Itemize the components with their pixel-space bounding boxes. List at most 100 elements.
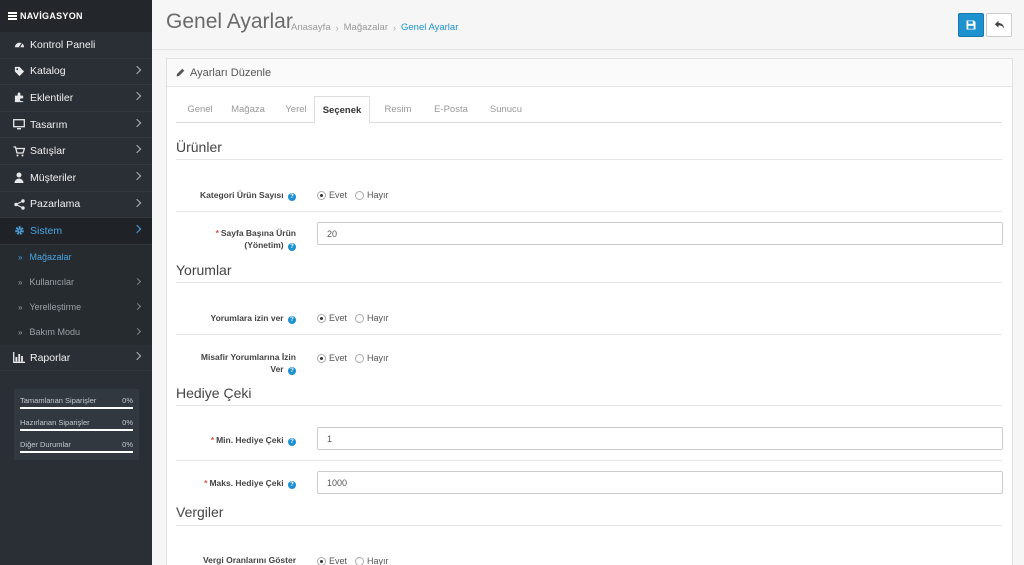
radio-button[interactable] [317,313,326,323]
tab-mail[interactable]: E-Posta [426,96,476,123]
breadcrumb-separator-icon: › [392,22,396,33]
help-icon[interactable]: ? [288,367,296,375]
field-label-review-allow: Yorumlara izin ver ? [211,312,296,324]
double-chevron-icon: » [18,277,23,287]
stat-other: Diğer Durumlar 0% [20,438,133,460]
tab-general[interactable]: Genel [180,96,220,123]
stat-progress-bar [20,407,133,409]
breadcrumb-separator-icon: › [335,22,339,33]
sidebar-subitem-maintenance[interactable]: » Bakım Modu [0,319,152,345]
section-divider [176,405,1002,406]
field-label-text: (Yönetim) [244,240,284,250]
sidebar-item-marketing[interactable]: Pazarlama [0,192,152,219]
reply-icon [994,20,1004,29]
radio-label: Hayır [367,556,389,565]
double-chevron-icon: » [18,252,23,262]
sidebar-item-system[interactable]: Sistem [0,218,152,245]
field-label-text: Min. Hediye Çeki [216,435,284,445]
tab-option[interactable]: Seçenek [314,96,370,124]
breadcrumb-stores[interactable]: Mağazalar [344,22,388,33]
field-label-text: Misafir Yorumlarına İzin [200,352,296,362]
radio-group-guest-review: Evet Hayır [317,353,397,363]
help-icon[interactable]: ? [288,438,296,446]
help-icon[interactable]: ? [288,193,296,201]
radio-option-yes[interactable]: Evet [317,313,347,323]
sidebar-subitem-label: Mağazalar [29,252,72,263]
radio-option-no[interactable]: Hayır [355,190,389,200]
voucher-max-input[interactable] [317,471,1003,494]
sidebar-subitem-localisation[interactable]: » Yerelleştirme [0,294,152,320]
save-button[interactable] [958,13,984,37]
radio-option-yes[interactable]: Evet [317,353,347,363]
radio-group-product-count: Evet Hayır [317,190,397,200]
field-label-text: Maks. Hediye Çeki [209,478,284,488]
help-icon[interactable]: ? [288,316,296,324]
bar-chart-icon [12,352,26,363]
hamburger-icon [8,11,17,22]
radio-button[interactable] [355,313,365,323]
voucher-min-input[interactable] [317,427,1003,450]
section-divider [176,525,1002,526]
tab-store[interactable]: Mağaza [226,96,270,123]
tab-server[interactable]: Sunucu [482,96,530,123]
radio-group-review-allow: Evet Hayır [317,313,397,323]
chevron-right-icon [132,224,142,234]
chevron-right-icon [132,351,142,360]
monitor-icon [12,119,26,130]
sidebar-item-design[interactable]: Tasarım [0,112,152,139]
sidebar-subitem-label: Bakım Modu [29,327,80,338]
order-stats: Tamamlanan Siparişler 0% Hazırlanan Sipa… [14,389,139,460]
sidebar-item-label: Katalog [30,65,66,78]
field-label-text: Sayfa Başına Ürün [220,228,296,238]
sidebar-item-sales[interactable]: Satışlar [0,138,152,165]
radio-label: Evet [329,353,348,363]
sidebar: NAVİGASYON Kontrol Paneli Katalog Eklent… [0,0,152,565]
breadcrumb-home[interactable]: Anasayfa [291,22,331,33]
sidebar-item-customers[interactable]: Müşteriler [0,165,152,192]
field-label-guest-review: Misafir Yorumlarına İzin Ver ? [201,351,296,375]
tags-icon [12,66,26,77]
sidebar-item-label: Müşteriler [30,171,77,184]
sidebar-subitem-stores[interactable]: » Mağazalar [0,244,152,270]
help-icon[interactable]: ? [288,481,296,489]
section-divider [176,159,1002,160]
nav-heading[interactable]: NAVİGASYON [0,0,152,32]
sidebar-subitem-users[interactable]: » Kullanıcılar [0,269,152,295]
radio-option-no[interactable]: Hayır [355,556,389,565]
sidebar-item-catalog[interactable]: Katalog [0,59,152,86]
radio-option-yes[interactable]: Evet [317,556,347,565]
sidebar-item-dashboard[interactable]: Kontrol Paneli [0,32,152,59]
radio-button[interactable] [317,353,326,363]
back-button[interactable] [986,13,1012,37]
help-icon[interactable]: ? [288,243,296,251]
sidebar-item-reports[interactable]: Raporlar [0,345,152,372]
gear-icon [12,225,26,236]
field-label-per-page: * Sayfa Başına Ürün (Yönetim) ? [216,227,296,251]
section-title-voucher: Hediye Çeki [176,385,252,401]
field-label-voucher-max: * Maks. Hediye Çeki ? [204,477,296,489]
stat-label: Tamamlanan Siparişler [20,396,97,405]
panel-title: Ayarları Düzenle [190,66,272,79]
radio-label: Hayır [367,190,389,200]
radio-button[interactable] [355,556,365,565]
radio-button[interactable] [355,353,365,363]
share-icon [12,199,26,210]
sidebar-item-label: Tasarım [30,118,68,131]
settings-panel: Ayarları Düzenle Genel Mağaza Yerel Seçe… [166,58,1013,565]
radio-button[interactable] [355,190,365,200]
tab-local[interactable]: Yerel [278,96,314,123]
breadcrumb-current[interactable]: Genel Ayarlar [401,22,458,33]
double-chevron-icon: » [18,302,23,312]
radio-button[interactable] [317,556,326,565]
section-title-reviews: Yorumlar [176,262,232,278]
radio-option-no[interactable]: Hayır [355,313,389,323]
per-page-input[interactable] [317,222,1003,245]
radio-option-yes[interactable]: Evet [317,190,347,200]
field-label-text: Kategori Ürün Sayısı [200,190,284,200]
radio-option-no[interactable]: Hayır [355,353,389,363]
stat-value: 0% [122,418,133,427]
radio-button[interactable] [317,190,326,200]
sidebar-item-extensions[interactable]: Eklentiler [0,85,152,112]
chevron-right-icon [132,171,142,181]
tab-image[interactable]: Resim [378,96,418,123]
